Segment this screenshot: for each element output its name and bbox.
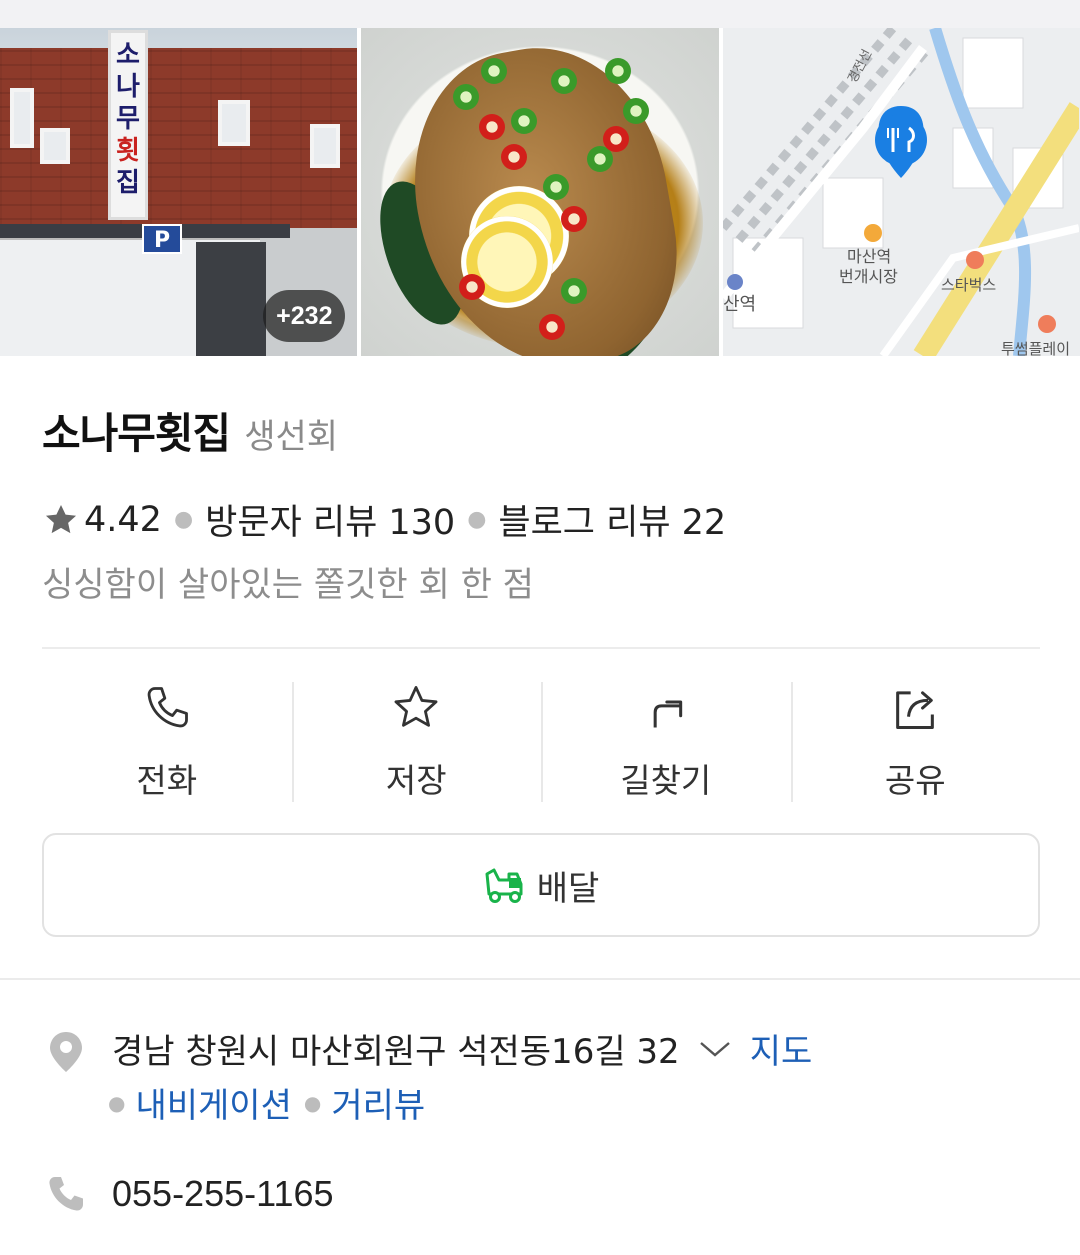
building-window <box>310 124 340 168</box>
address-line: 경남 창원시 마산회원구 석전동16길 32 지도 <box>112 1024 812 1073</box>
address-links: ● 내비게이션 ● 거리뷰 <box>108 1078 425 1127</box>
stats-row: 4.42 ● 방문자 리뷰 130 ● 블로그 리뷰 22 <box>42 494 726 545</box>
directions-label: 길찾기 <box>620 761 712 800</box>
separator-dot: ● <box>173 507 194 532</box>
building-window <box>10 88 34 148</box>
share-icon <box>896 691 935 730</box>
green-pepper <box>605 58 632 84</box>
place-category: 생선회 <box>244 417 339 457</box>
navigation-link[interactable]: 내비게이션 <box>135 1078 291 1127</box>
delivery-scooter-icon <box>485 868 523 903</box>
blog-reviews-link[interactable]: 블로그 리뷰 22 <box>498 494 726 545</box>
street-view-link[interactable]: 거리뷰 <box>331 1078 425 1127</box>
map-graphic: 경전선 산역 마산역 번개시장 스타벅스 투썸플레이 <box>722 28 1079 356</box>
phone-number[interactable]: 055-255-1165 <box>112 1173 334 1215</box>
star-icon <box>45 504 77 533</box>
map-label-starbucks: 스타벅스 <box>941 276 996 294</box>
delivery-button[interactable]: 배달 <box>42 833 1040 937</box>
photo-gallery[interactable]: 소 나 무 횟 집 P +232 경전선 산역 마산역 번개시장 스타벅스 투썸… <box>0 28 1080 356</box>
restaurant-sign: 소 나 무 횟 집 <box>108 30 148 220</box>
share-button[interactable]: 공유 <box>790 680 1041 802</box>
separator-dot: ● <box>303 1090 322 1115</box>
sign-char: 집 <box>116 168 140 198</box>
photo-building[interactable]: 소 나 무 횟 집 P +232 <box>0 28 358 356</box>
sign-char: 소 <box>116 40 140 70</box>
share-label: 공유 <box>884 761 946 800</box>
separator-dot: ● <box>108 1090 126 1115</box>
location-pin-icon <box>50 1032 82 1072</box>
sign-char: 무 <box>116 104 140 134</box>
map-label-market-1: 마산역 <box>847 247 891 266</box>
save-label: 저장 <box>385 761 447 800</box>
save-button[interactable]: 저장 <box>291 680 542 802</box>
top-bar <box>0 0 1080 28</box>
parking-sign: P <box>142 224 182 254</box>
divider <box>42 647 1040 649</box>
call-label: 전화 <box>136 761 198 800</box>
directions-icon <box>653 700 682 728</box>
green-pepper <box>623 98 650 124</box>
map-link[interactable]: 지도 <box>750 1024 813 1073</box>
place-name: 소나무횟집 <box>42 409 231 458</box>
directions-button[interactable]: 길찾기 <box>541 680 791 802</box>
address-text: 경남 창원시 마산회원구 석전동16길 32 <box>112 1032 680 1072</box>
sign-char: 횟 <box>116 136 140 166</box>
delivery-label: 배달 <box>536 868 600 909</box>
building-window <box>218 100 250 146</box>
call-button[interactable]: 전화 <box>42 680 292 802</box>
phone-icon <box>49 1177 83 1211</box>
photo-dish[interactable] <box>361 28 719 356</box>
action-bar: 전화 저장 길찾기 공유 <box>42 680 1040 802</box>
map-label-tousome: 투썸플레이 <box>1001 340 1070 356</box>
phone-icon <box>147 687 188 728</box>
star-outline-icon <box>394 686 438 727</box>
place-tagline: 싱싱함이 살아있는 쫄깃한 회 한 점 <box>42 565 534 605</box>
photo-count-badge[interactable]: +232 <box>263 290 346 342</box>
title-row: 소나무횟집 생선회 <box>42 400 338 461</box>
map-label-station: 산역 <box>723 294 756 315</box>
entrance <box>196 242 266 356</box>
chevron-down-icon[interactable] <box>698 1039 732 1059</box>
building-window <box>40 128 70 164</box>
rating-value: 4.42 <box>84 499 162 540</box>
photo-map[interactable]: 경전선 산역 마산역 번개시장 스타벅스 투썸플레이 <box>722 28 1080 356</box>
sign-char: 나 <box>116 72 140 102</box>
visitor-reviews-link[interactable]: 방문자 리뷰 130 <box>205 494 455 545</box>
separator-dot: ● <box>467 507 487 532</box>
section-divider <box>0 978 1080 980</box>
map-label-market-2: 번개시장 <box>839 267 898 286</box>
phone-row[interactable]: 055-255-1165 <box>42 1173 334 1215</box>
